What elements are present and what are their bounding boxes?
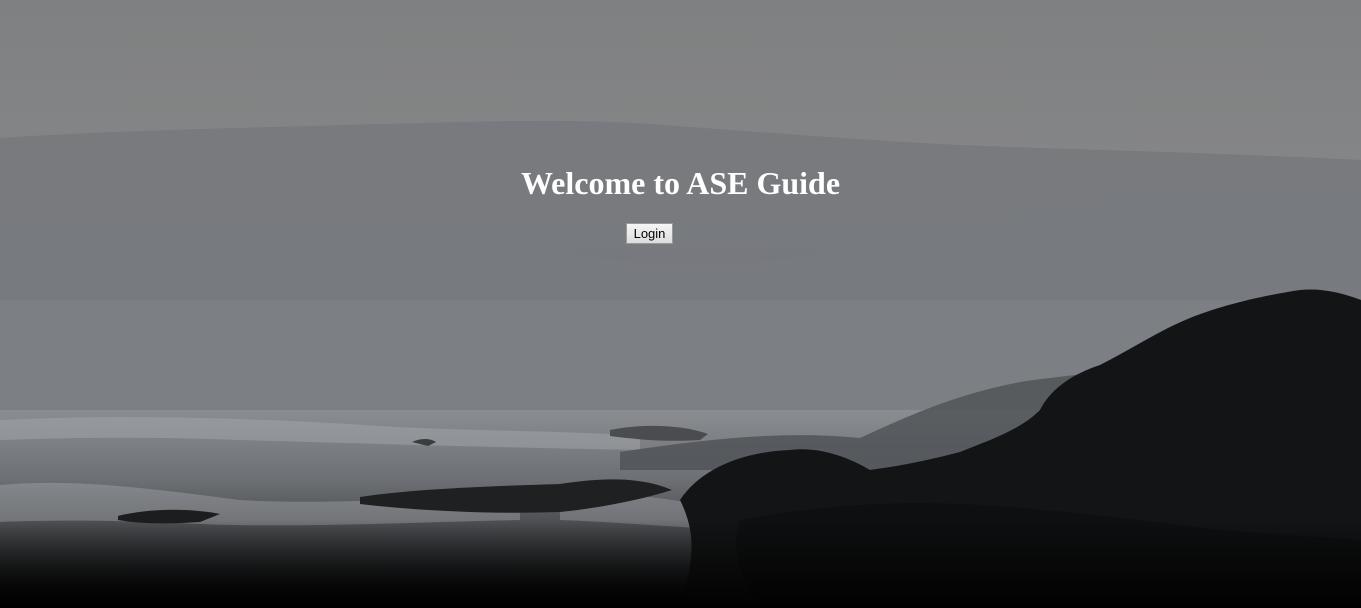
page-title: Welcome to ASE Guide [520, 165, 841, 201]
landing-content: Welcome to ASE Guide Login [0, 0, 1361, 608]
login-button[interactable]: Login [626, 223, 673, 244]
